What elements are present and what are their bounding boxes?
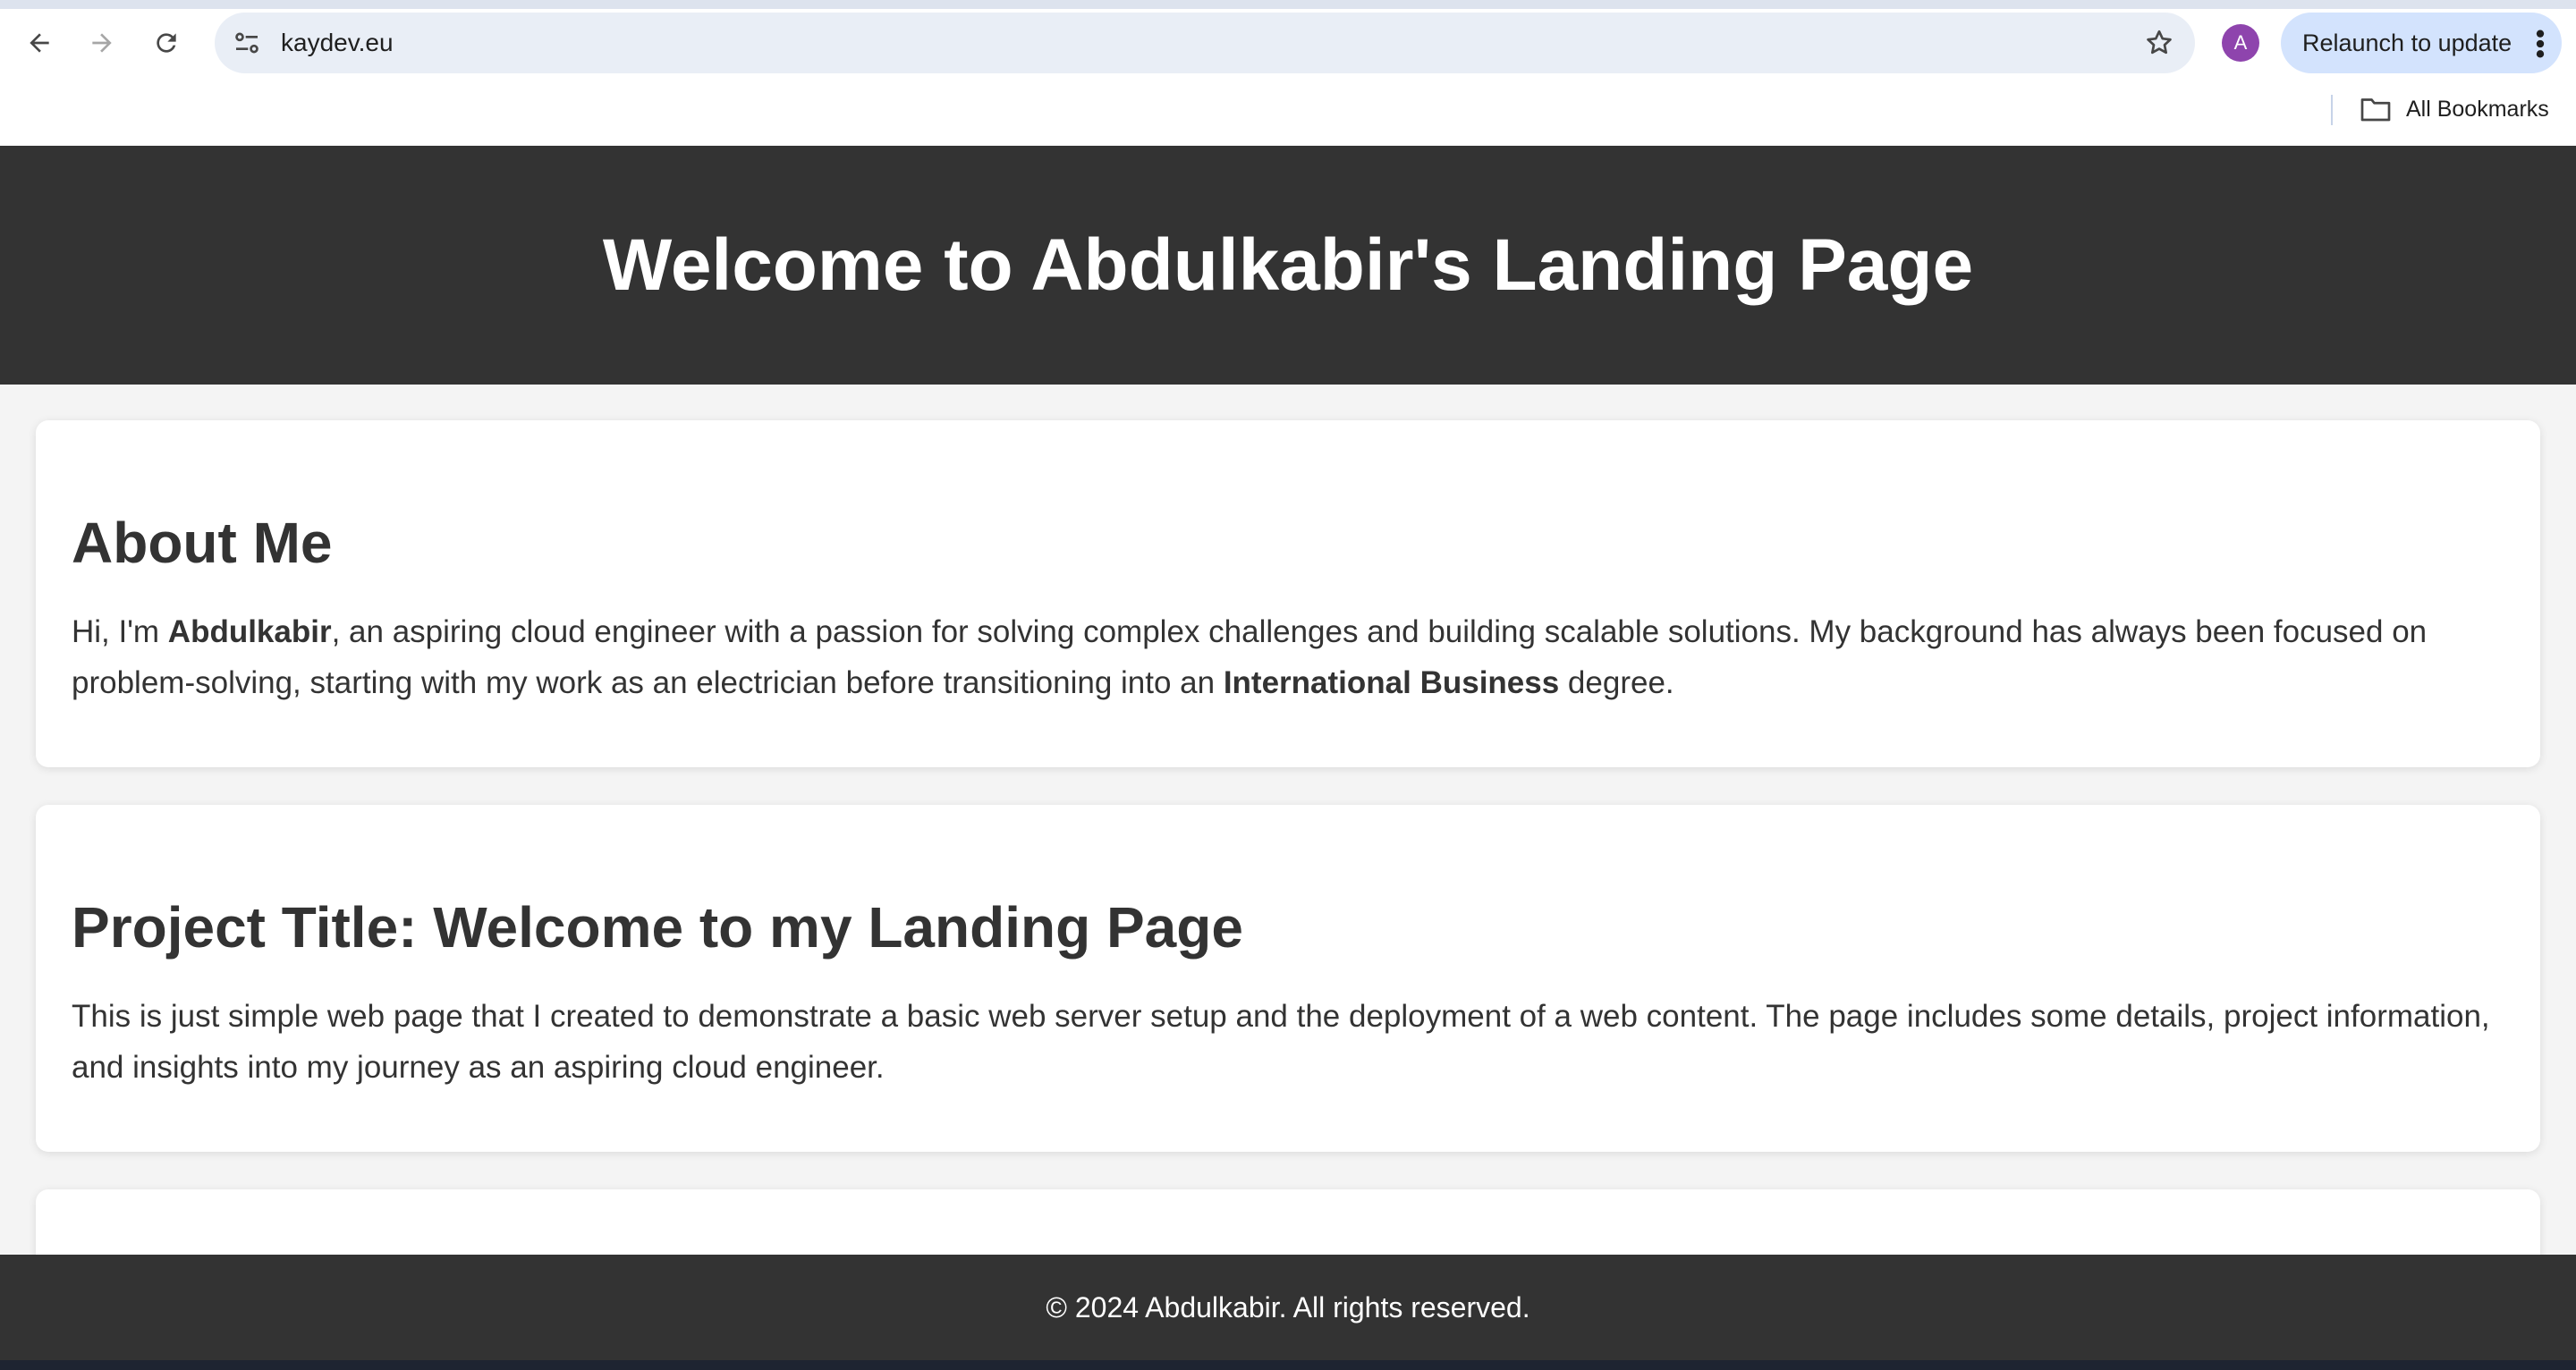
address-bar[interactable]: kaydev.eu: [215, 13, 2195, 73]
project-text: This is just simple web page that I crea…: [72, 999, 2490, 1085]
page-footer: © 2024 Abdulkabir. All rights reserved.: [0, 1255, 2576, 1360]
reload-icon: [157, 33, 176, 53]
folder-icon: [2360, 98, 2391, 122]
about-section: About Me Hi, I'm Abdulkabir, an aspiring…: [36, 420, 2540, 767]
forward-icon: [92, 33, 112, 53]
back-icon: [30, 33, 49, 53]
name-highlight: Abdulkabir: [167, 614, 332, 649]
back-button[interactable]: [16, 20, 63, 66]
about-text-part-3: degree.: [1559, 665, 1674, 700]
project-heading: Project Title: Welcome to my Landing Pag…: [72, 895, 1243, 960]
forward-button[interactable]: [79, 20, 125, 66]
web-page: Welcome to Abdulkabir's Landing Page Abo…: [0, 146, 2576, 1255]
page-header: Welcome to Abdulkabir's Landing Page: [0, 146, 2576, 385]
about-text-part-1: Hi, I'm: [72, 614, 168, 649]
browser-toolbar: kaydev.eu A Relaunch to update All Bookm…: [0, 0, 2576, 146]
bookmarks-separator: [2331, 95, 2333, 125]
relaunch-button[interactable]: Relaunch to update: [2281, 13, 2562, 73]
project-section: Project Title: Welcome to my Landing Pag…: [36, 805, 2540, 1152]
footer-copyright: © 2024 Abdulkabir. All rights reserved.: [1046, 1290, 1530, 1323]
url-text[interactable]: kaydev.eu: [281, 13, 394, 73]
reload-button[interactable]: [143, 20, 190, 66]
site-settings-icon[interactable]: [233, 29, 261, 57]
bookmark-star-icon[interactable]: [2143, 27, 2175, 59]
all-bookmarks-button[interactable]: All Bookmarks: [2406, 93, 2549, 125]
relaunch-label: Relaunch to update: [2302, 30, 2512, 56]
tab-strip-edge: [0, 0, 2576, 9]
next-section: [36, 1189, 2540, 1255]
about-text: Hi, I'm Abdulkabir, an aspiring cloud en…: [72, 606, 2504, 708]
desktop-strip: [0, 1360, 2576, 1370]
about-heading: About Me: [72, 511, 333, 575]
kebab-menu-icon[interactable]: [2535, 29, 2546, 59]
page-title: Welcome to Abdulkabir's Landing Page: [602, 224, 1974, 306]
degree-highlight: International Business: [1223, 665, 1560, 700]
profile-avatar[interactable]: A: [2222, 24, 2259, 62]
